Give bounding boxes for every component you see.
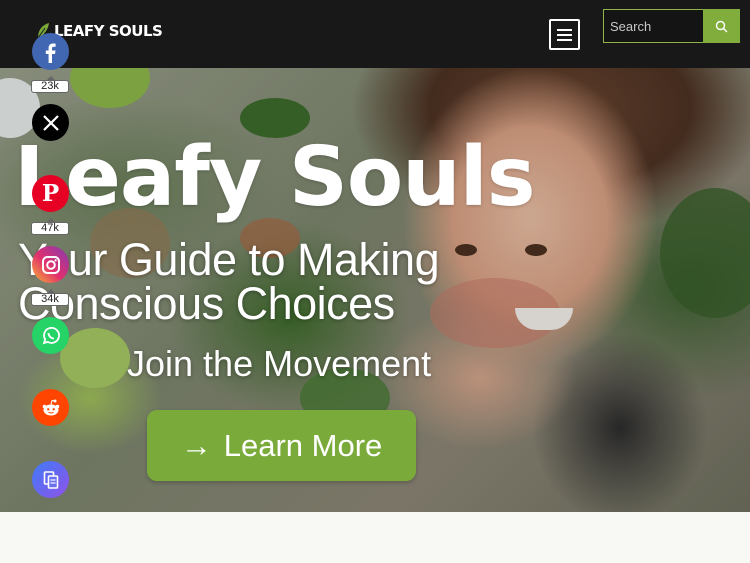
x-icon xyxy=(42,114,59,131)
whatsapp-icon xyxy=(42,326,60,344)
whatsapp-share-button[interactable] xyxy=(32,317,69,354)
pinterest-share-count: 47k xyxy=(31,218,69,235)
hero-title: Leafy Souls xyxy=(14,130,536,225)
reddit-share-button[interactable] xyxy=(32,389,69,426)
hero-banner: Leafy Souls Your Guide to Making Conscio… xyxy=(0,68,750,512)
logo-text: LEAFY SOULS xyxy=(54,22,163,40)
site-header: LEAFY SOULS xyxy=(0,0,750,68)
instagram-share-count: 34k xyxy=(31,289,69,306)
arrow-right-icon: → xyxy=(180,427,212,463)
pinterest-icon: P xyxy=(41,180,60,207)
search-form xyxy=(603,9,740,43)
hamburger-menu-icon xyxy=(557,28,572,31)
pinterest-share-button[interactable]: P xyxy=(32,175,69,212)
hero-tagline: Join the Movement xyxy=(127,343,432,384)
search-button[interactable] xyxy=(703,9,740,43)
search-icon xyxy=(715,20,728,32)
hamburger-menu-button[interactable] xyxy=(549,19,580,50)
copy-icon xyxy=(43,470,58,489)
search-input[interactable] xyxy=(603,9,703,43)
content-area xyxy=(0,512,750,563)
instagram-icon xyxy=(41,255,60,274)
reddit-icon xyxy=(42,399,59,415)
copy-link-button[interactable] xyxy=(32,461,69,498)
x-share-button[interactable] xyxy=(32,104,69,141)
hero-subtitle: Your Guide to Making Conscious Choices xyxy=(18,234,440,329)
instagram-share-button[interactable] xyxy=(32,246,69,283)
facebook-share-button[interactable] xyxy=(32,33,69,70)
facebook-share-count: 23k xyxy=(31,76,69,93)
learn-more-label: Learn More xyxy=(223,427,383,463)
learn-more-button[interactable]: → Learn More xyxy=(147,410,416,481)
facebook-icon xyxy=(45,43,56,63)
